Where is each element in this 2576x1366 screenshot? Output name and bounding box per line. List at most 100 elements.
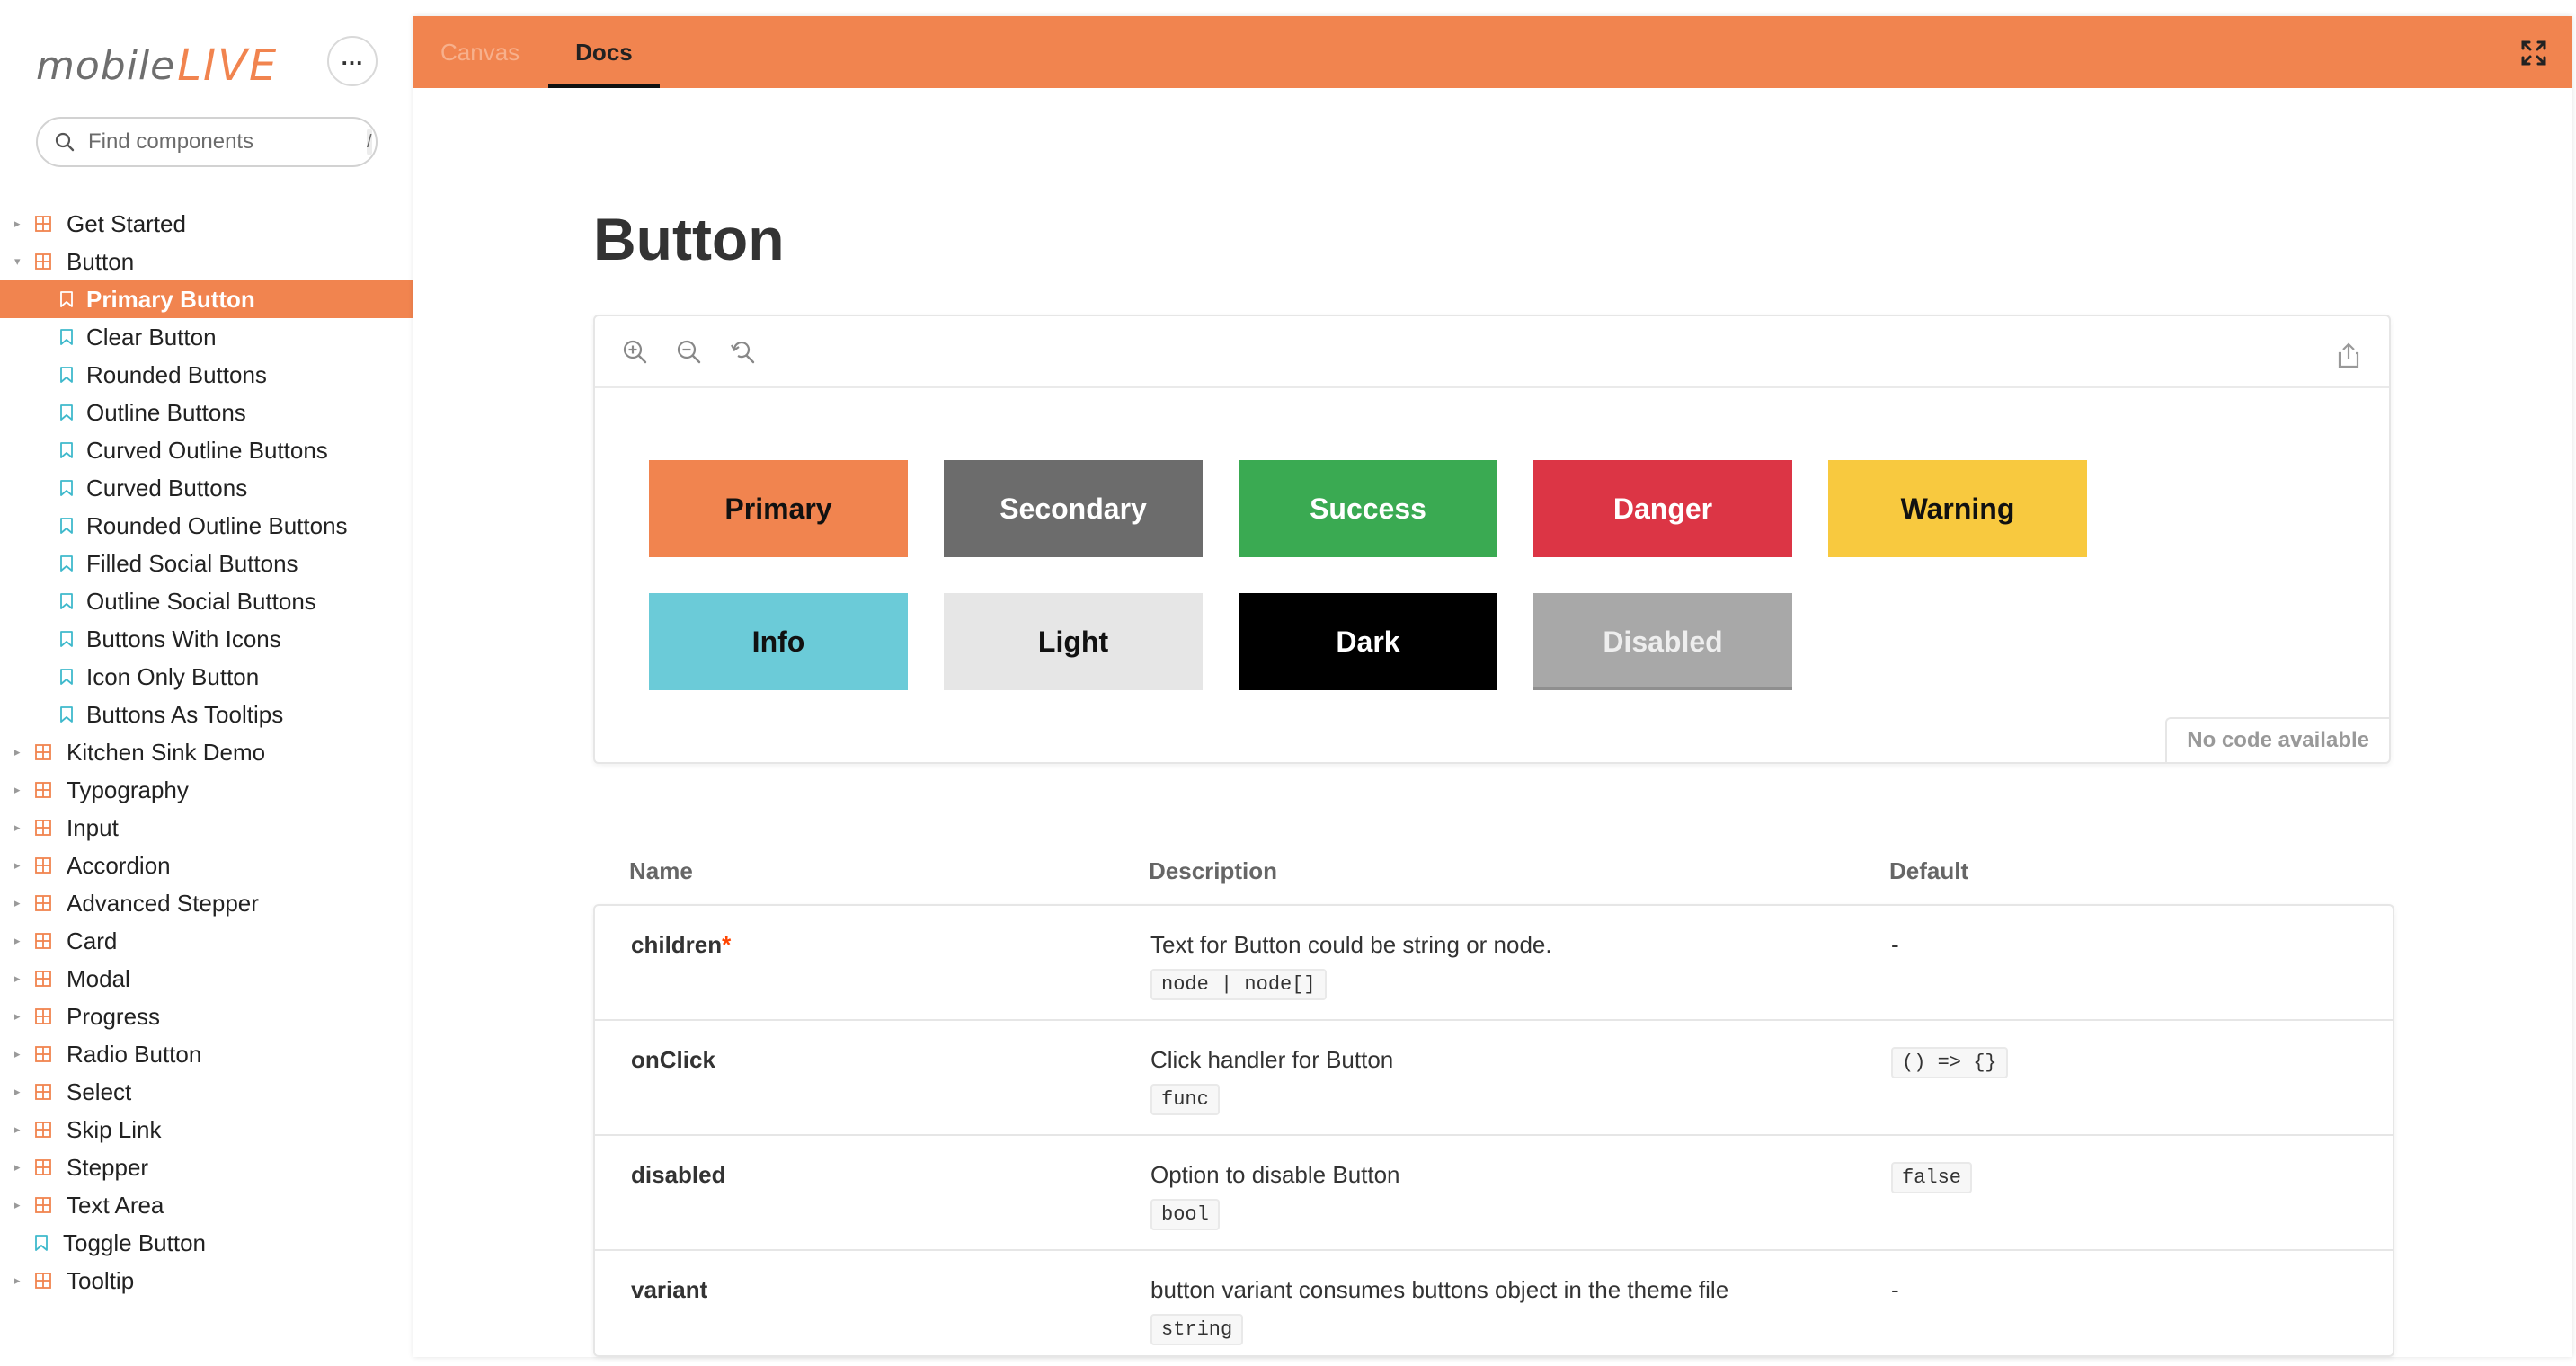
bookmark-icon	[60, 631, 73, 647]
component-icon	[35, 1197, 51, 1213]
warning-button[interactable]: Warning	[1828, 460, 2087, 557]
sidebar-story-rounded-buttons[interactable]: Rounded Buttons	[0, 356, 413, 394]
success-button[interactable]: Success	[1239, 460, 1497, 557]
sidebar-item-toggle-button[interactable]: Toggle Button	[0, 1224, 413, 1262]
component-icon	[35, 1159, 51, 1175]
bookmark-icon	[60, 706, 73, 723]
sidebar-item-select[interactable]: ▸ Select	[0, 1073, 413, 1111]
component-icon	[35, 1273, 51, 1289]
sidebar-story-primary-button[interactable]: Primary Button	[0, 280, 413, 318]
sidebar-story-icon-only-button[interactable]: Icon Only Button	[0, 658, 413, 696]
caret-right-icon: ▸	[14, 1009, 21, 1023]
light-button[interactable]: Light	[944, 593, 1203, 690]
sidebar-item-accordion[interactable]: ▸ Accordion	[0, 847, 413, 884]
sidebar-item-text-area[interactable]: ▸ Text Area	[0, 1186, 413, 1224]
primary-button[interactable]: Primary	[649, 460, 908, 557]
sidebar-item-label: Primary Button	[86, 285, 255, 313]
story-preview: Primary Secondary Success Danger Warning Info…	[593, 315, 2391, 764]
reset-zoom-icon[interactable]	[726, 335, 759, 368]
sidebar-item-radio-button[interactable]: ▸ Radio Button	[0, 1035, 413, 1073]
sidebar-item-get-started[interactable]: ▸ Get Started	[0, 205, 413, 243]
search-box[interactable]: /	[36, 117, 378, 167]
sidebar-story-outline-buttons[interactable]: Outline Buttons	[0, 394, 413, 431]
bookmark-icon	[60, 367, 73, 383]
sidebar-item-stepper[interactable]: ▸ Stepper	[0, 1149, 413, 1186]
caret-right-icon: ▸	[14, 1198, 21, 1211]
sidebar-item-label: Rounded Outline Buttons	[86, 511, 348, 539]
sidebar-item-label: Progress	[67, 1002, 161, 1030]
sidebar-story-clear-button[interactable]: Clear Button	[0, 318, 413, 356]
bookmark-icon	[60, 593, 73, 609]
no-code-label: No code available	[2165, 717, 2389, 762]
disabled-button[interactable]: Disabled	[1533, 593, 1792, 690]
tab-docs[interactable]: Docs	[548, 16, 660, 88]
sidebar-item-typography[interactable]: ▸ Typography	[0, 771, 413, 809]
sidebar-story-curved-outline-buttons[interactable]: Curved Outline Buttons	[0, 431, 413, 469]
prop-default: -	[1891, 931, 1899, 958]
component-icon	[35, 820, 51, 836]
prop-default: false	[1891, 1162, 1973, 1193]
danger-button[interactable]: Danger	[1533, 460, 1792, 557]
prop-name: children*	[631, 931, 731, 959]
prop-type: bool	[1150, 1199, 1220, 1230]
sidebar-item-advanced-stepper[interactable]: ▸ Advanced Stepper	[0, 884, 413, 922]
dark-button[interactable]: Dark	[1239, 593, 1497, 690]
fullscreen-icon[interactable]	[2520, 40, 2547, 67]
sidebar-item-kitchen-sink-demo[interactable]: ▸ Kitchen Sink Demo	[0, 733, 413, 771]
sidebar-item-card[interactable]: ▸ Card	[0, 922, 413, 960]
component-icon	[35, 1008, 51, 1024]
bookmark-icon	[60, 518, 73, 534]
sidebar-story-curved-buttons[interactable]: Curved Buttons	[0, 469, 413, 507]
caret-right-icon: ▸	[14, 896, 21, 909]
component-icon	[35, 895, 51, 911]
info-button[interactable]: Info	[649, 593, 908, 690]
bookmark-icon	[60, 480, 73, 496]
sidebar-story-rounded-outline-buttons[interactable]: Rounded Outline Buttons	[0, 507, 413, 545]
caret-right-icon: ▸	[14, 1047, 21, 1060]
prop-description: Text for Button could be string or node.	[1150, 931, 1552, 958]
sidebar-item-tooltip[interactable]: ▸ Tooltip	[0, 1262, 413, 1299]
share-icon[interactable]	[2337, 342, 2360, 368]
prop-description: button variant consumes buttons object i…	[1150, 1276, 1729, 1303]
sidebar-story-filled-social-buttons[interactable]: Filled Social Buttons	[0, 545, 413, 582]
brand-logo[interactable]: mobile LIVE	[36, 34, 278, 97]
sidebar-story-buttons-with-icons[interactable]: Buttons With Icons	[0, 620, 413, 658]
tab-canvas[interactable]: Canvas	[413, 16, 546, 88]
prop-type: string	[1150, 1314, 1244, 1345]
props-table-row: variant button variant consumes buttons o…	[595, 1251, 2393, 1355]
preview-toolbar	[595, 316, 2389, 388]
secondary-button[interactable]: Secondary	[944, 460, 1203, 557]
sidebar-menu-button[interactable]: ...	[327, 36, 378, 86]
sidebar-item-button[interactable]: ▾ Button	[0, 243, 413, 280]
sidebar-item-input[interactable]: ▸ Input	[0, 809, 413, 847]
sidebar-item-label: Outline Buttons	[86, 398, 246, 426]
component-icon	[35, 1046, 51, 1062]
props-table-row: children* Text for Button could be string…	[595, 906, 2393, 1021]
sidebar-item-label: Input	[67, 813, 119, 841]
component-icon	[35, 1122, 51, 1138]
props-table-header: Name Description Default	[629, 857, 2391, 902]
prop-default: -	[1891, 1276, 1899, 1303]
required-marker: *	[722, 931, 732, 958]
sidebar-item-modal[interactable]: ▸ Modal	[0, 960, 413, 998]
component-icon	[35, 744, 51, 760]
sidebar-item-label: Buttons With Icons	[86, 625, 281, 652]
sidebar-item-progress[interactable]: ▸ Progress	[0, 998, 413, 1035]
logo-text-live: LIVE	[177, 40, 279, 91]
sidebar-item-label: Toggle Button	[63, 1229, 207, 1256]
bookmark-icon	[60, 442, 73, 458]
sidebar-item-label: Accordion	[67, 851, 171, 879]
component-tree: ▸ Get Started ▾ Button Primary Button Clear B…	[0, 205, 413, 1299]
caret-right-icon: ▸	[14, 934, 21, 947]
sidebar-story-buttons-as-tooltips[interactable]: Buttons As Tooltips	[0, 696, 413, 733]
zoom-out-icon[interactable]	[672, 335, 705, 368]
sidebar-item-skip-link[interactable]: ▸ Skip Link	[0, 1111, 413, 1149]
zoom-in-icon[interactable]	[618, 335, 651, 368]
sidebar-item-label: Curved Buttons	[86, 474, 248, 501]
prop-type: func	[1150, 1084, 1220, 1115]
prop-type: node | node[]	[1150, 969, 1327, 1000]
sidebar-story-outline-social-buttons[interactable]: Outline Social Buttons	[0, 582, 413, 620]
sidebar-item-label: Buttons As Tooltips	[86, 700, 284, 728]
search-input[interactable]	[88, 129, 367, 155]
component-icon	[35, 1084, 51, 1100]
